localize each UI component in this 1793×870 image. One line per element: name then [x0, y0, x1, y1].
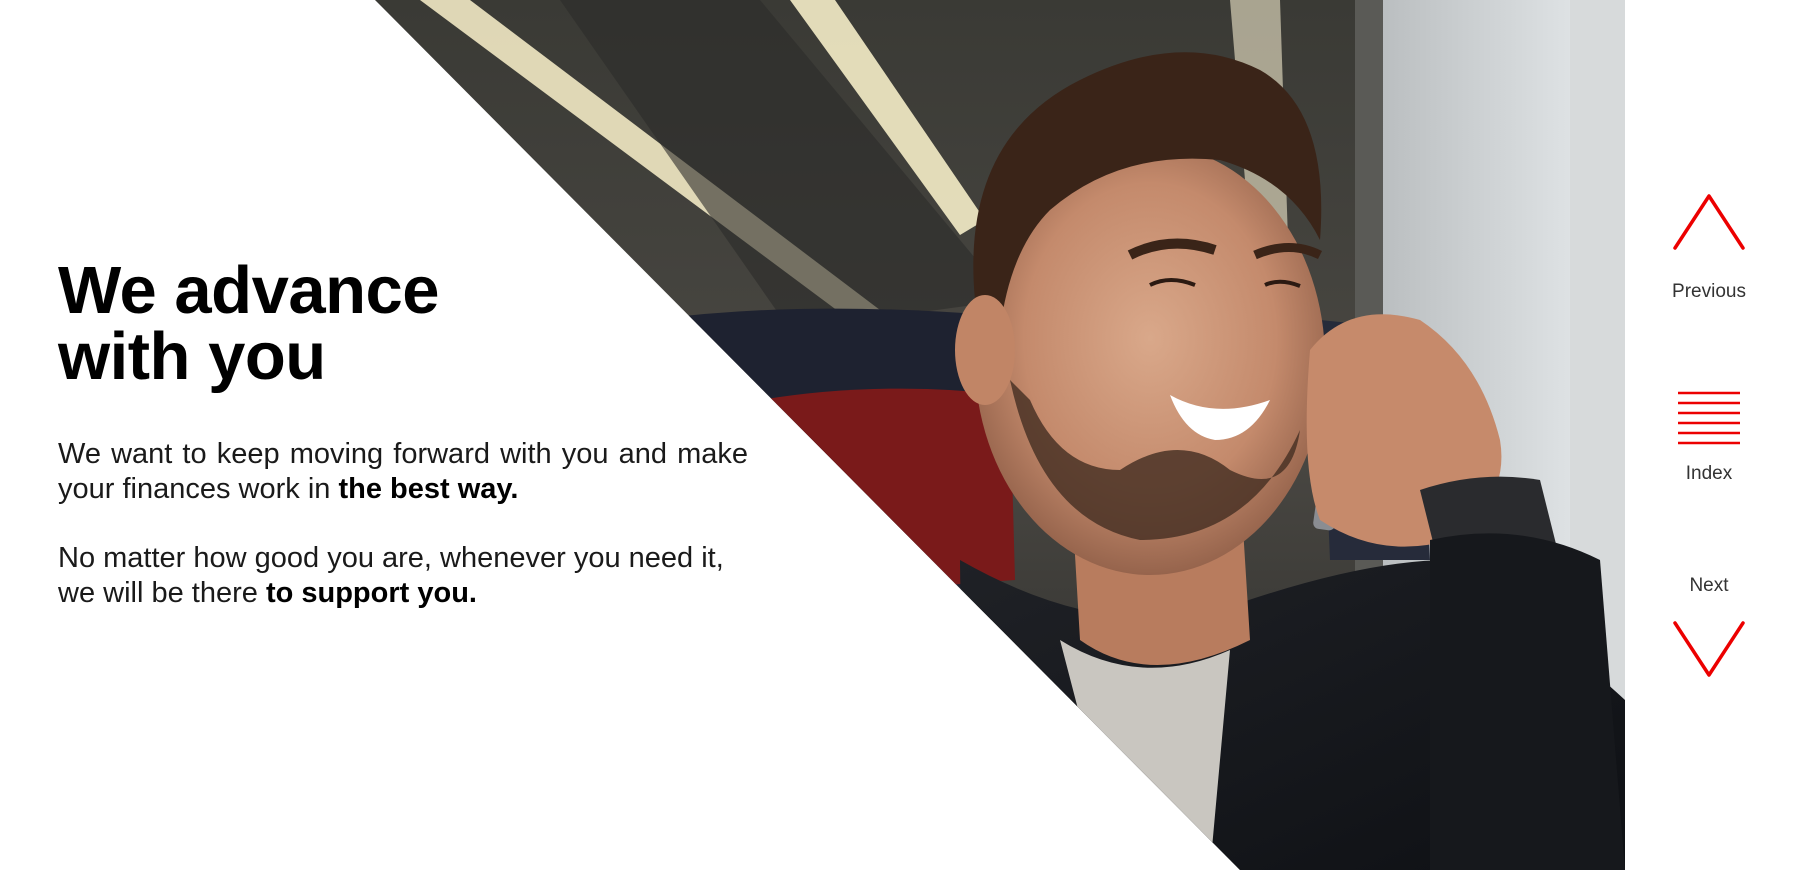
support-paragraph-emphasis: to support you. [265, 577, 477, 609]
support-paragraph: No matter how good you are, whenever you… [58, 541, 748, 611]
index-label: Index [1685, 463, 1733, 484]
previous-button[interactable]: Previous [1625, 190, 1793, 303]
intro-paragraph: We want to keep moving forward with you … [58, 437, 748, 507]
intro-paragraph-emphasis: the best way. [338, 473, 519, 505]
index-button[interactable]: Index [1625, 390, 1793, 485]
chevron-down-icon [1671, 617, 1747, 686]
page-navigation: Previous Index Next [1625, 0, 1793, 870]
hero-photo [0, 0, 1625, 870]
page: We advance with you We want to keep movi… [0, 0, 1793, 870]
chevron-up-icon [1671, 190, 1747, 259]
page-title-line-1: We advance [58, 253, 440, 328]
index-lines-icon [1678, 390, 1740, 451]
page-title-line-2: with you [58, 319, 326, 394]
next-button[interactable]: Next [1625, 575, 1793, 686]
previous-label: Previous [1672, 281, 1746, 302]
page-title: We advance with you [58, 253, 518, 394]
next-label: Next [1689, 575, 1729, 596]
